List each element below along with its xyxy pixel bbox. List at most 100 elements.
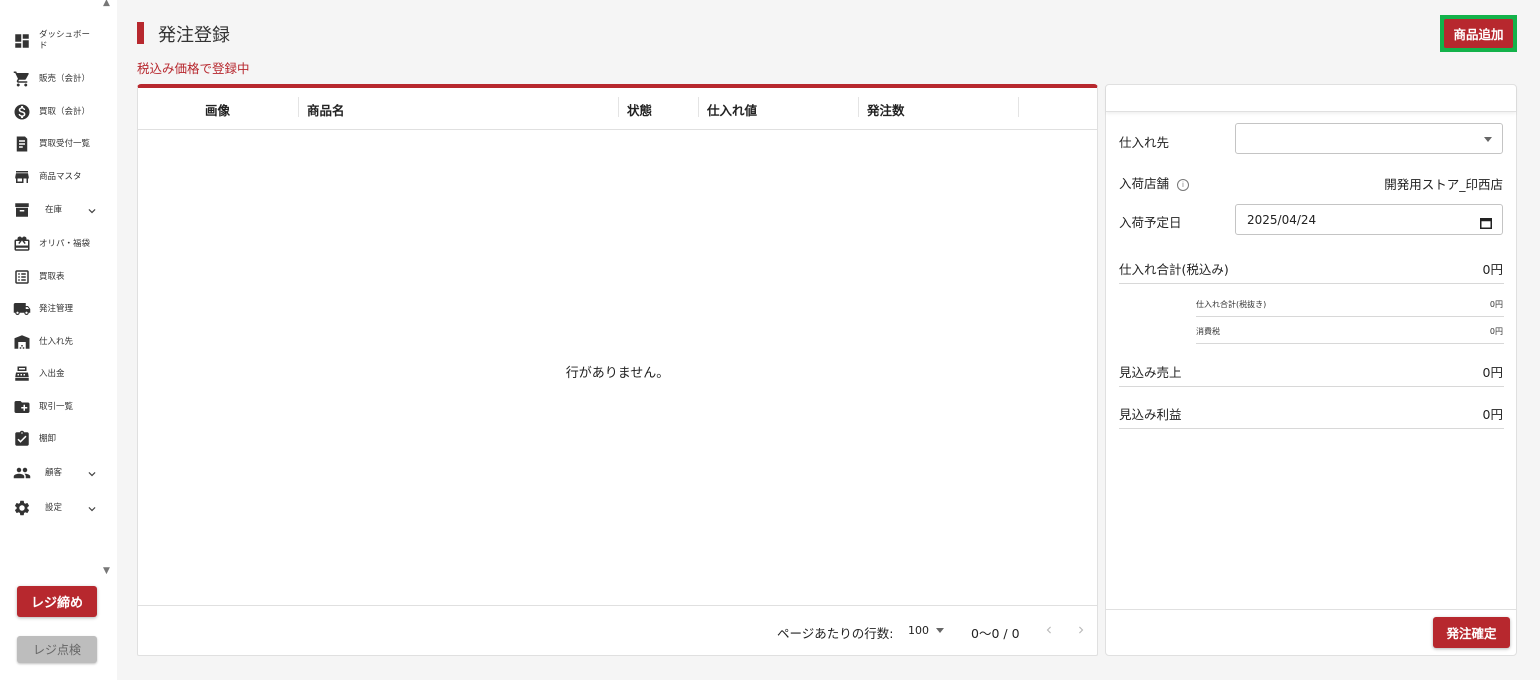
sidebar-item-lucky-bag[interactable]: オリパ・福袋 xyxy=(12,232,107,256)
sidebar-item-label: ダッシュボード xyxy=(39,30,91,51)
rows-per-page-select[interactable]: 100 xyxy=(908,624,944,637)
expected-sales-value: 0円 xyxy=(1482,365,1503,380)
sidebar-item-product-master[interactable]: 商品マスタ xyxy=(12,165,107,189)
cash-register-icon xyxy=(12,364,32,384)
info-icon[interactable]: i xyxy=(1177,179,1190,191)
sidebar-item-purchase[interactable]: 買取（会計） xyxy=(12,100,107,124)
sidebar-item-label: 買取表 xyxy=(39,271,65,282)
dropdown-caret-icon xyxy=(936,628,944,633)
column-header-cost[interactable]: 仕入れ値 xyxy=(707,100,757,119)
pagination-range: 0〜0 / 0 xyxy=(971,626,1020,641)
rows-per-page-value: 100 xyxy=(908,624,929,637)
chevron-down-icon[interactable] xyxy=(85,466,99,480)
sidebar-item-sales[interactable]: 販売（会計） xyxy=(12,67,107,91)
truck-icon xyxy=(12,299,32,319)
panel-header xyxy=(1106,85,1516,112)
sidebar-item-stocktaking[interactable]: 棚卸 xyxy=(12,427,107,451)
store-label: 入荷店舗 xyxy=(1119,176,1170,191)
column-separator xyxy=(698,97,699,117)
sidebar-item-label: 取引一覧 xyxy=(39,401,74,412)
order-summary-panel: 仕入れ先 入荷店舗 i 開発用ストア_印西店 入荷予定日 2025/04/24 仕… xyxy=(1105,84,1517,656)
check-register-button[interactable]: レジ点検 xyxy=(17,636,97,663)
sidebar-item-dashboard[interactable]: ダッシュボード xyxy=(12,29,107,53)
column-separator xyxy=(1018,97,1019,117)
receipt-icon xyxy=(12,134,32,154)
expected-profit-value: 0円 xyxy=(1482,407,1503,422)
cart-icon xyxy=(12,69,32,89)
column-header-condition[interactable]: 状態 xyxy=(627,100,652,119)
store-label-group: 入荷店舗 i xyxy=(1119,173,1190,192)
arrival-date-value: 2025/04/24 xyxy=(1247,213,1317,227)
sidebar-item-label: 在庫 xyxy=(45,204,63,215)
divider xyxy=(1196,343,1504,344)
divider xyxy=(1119,283,1504,284)
archive-icon xyxy=(12,200,32,220)
consumption-tax-label: 消費税 xyxy=(1196,327,1220,336)
sidebar-item-purchase-reception[interactable]: 買取受付一覧 xyxy=(12,132,107,156)
store-icon xyxy=(12,167,32,187)
close-register-button[interactable]: レジ締め xyxy=(17,586,97,617)
table-header: 画像 商品名 状態 仕入れ値 発注数 xyxy=(138,88,1097,130)
total-incl-tax-label: 仕入れ合計(税込み) xyxy=(1119,262,1229,277)
total-excl-tax-label: 仕入れ合計(税抜き) xyxy=(1196,300,1267,309)
order-items-table: 画像 商品名 状態 仕入れ値 発注数 行がありません。 ページあたりの行数: 1… xyxy=(137,84,1098,656)
column-separator xyxy=(858,97,859,117)
add-product-highlight: 商品追加 xyxy=(1440,15,1517,52)
sidebar-item-settings[interactable]: 設定 xyxy=(12,496,107,520)
list-icon xyxy=(12,267,32,287)
dashboard-icon xyxy=(12,31,32,51)
sidebar-item-order-management[interactable]: 発注管理 xyxy=(12,297,107,321)
supplier-select[interactable] xyxy=(1235,123,1503,154)
sidebar-item-label: 棚卸 xyxy=(39,433,57,444)
arrival-date-label: 入荷予定日 xyxy=(1119,215,1182,230)
sidebar-item-label: 設定 xyxy=(45,502,63,513)
sidebar-item-customers[interactable]: 顧客 xyxy=(12,461,107,485)
calendar-icon[interactable] xyxy=(1480,214,1492,229)
table-pagination: ページあたりの行数: 100 0〜0 / 0 xyxy=(138,605,1097,655)
sidebar-item-label: 買取受付一覧 xyxy=(39,138,91,149)
chevron-down-icon[interactable] xyxy=(85,203,99,217)
sidebar-item-label: 顧客 xyxy=(45,467,63,478)
sidebar-item-inventory[interactable]: 在庫 xyxy=(12,198,107,222)
consumption-tax-value: 0円 xyxy=(1489,327,1503,336)
dropdown-caret-icon xyxy=(1484,137,1492,142)
warehouse-icon xyxy=(12,332,32,352)
expected-sales-label: 見込み売上 xyxy=(1119,365,1182,380)
arrival-date-input[interactable]: 2025/04/24 xyxy=(1235,204,1503,235)
sidebar-item-label: 入出金 xyxy=(39,368,65,379)
divider xyxy=(1119,428,1504,429)
chevron-down-icon[interactable] xyxy=(85,501,99,515)
empty-table-message: 行がありません。 xyxy=(565,366,670,381)
store-value: 開発用ストア_印西店 xyxy=(1384,177,1503,192)
prev-page-button[interactable] xyxy=(1042,622,1056,636)
sidebar-item-cash-in-out[interactable]: 入出金 xyxy=(12,362,107,386)
title-accent-bar xyxy=(137,22,144,44)
sidebar-item-transactions[interactable]: 取引一覧 xyxy=(12,395,107,419)
gear-icon xyxy=(12,498,32,518)
sidebar-item-suppliers[interactable]: 仕入れ先 xyxy=(12,330,107,354)
scroll-down-arrow-icon[interactable]: ▼ xyxy=(103,566,110,576)
divider xyxy=(1196,316,1504,317)
scroll-up-arrow-icon[interactable]: ▲ xyxy=(103,0,110,8)
add-product-button[interactable]: 商品追加 xyxy=(1444,19,1513,48)
next-page-button[interactable] xyxy=(1074,622,1088,636)
column-header-product-name[interactable]: 商品名 xyxy=(307,100,345,119)
sidebar-item-purchase-table[interactable]: 買取表 xyxy=(12,265,107,289)
confirm-order-button[interactable]: 発注確定 xyxy=(1433,617,1510,648)
sidebar-item-label: オリパ・福袋 xyxy=(39,238,91,249)
chevron-right-icon xyxy=(1079,626,1084,634)
sidebar-item-label: 仕入れ先 xyxy=(39,336,74,347)
supplier-label: 仕入れ先 xyxy=(1119,135,1170,150)
column-separator xyxy=(618,97,619,117)
sidebar-item-label: 発注管理 xyxy=(39,303,74,314)
divider xyxy=(1119,386,1504,387)
chevron-left-icon xyxy=(1046,626,1051,634)
column-header-image[interactable]: 画像 xyxy=(205,100,230,119)
clipboard-check-icon xyxy=(12,429,32,449)
sidebar-item-label: 買取（会計） xyxy=(39,106,91,117)
column-header-order-qty[interactable]: 発注数 xyxy=(867,100,905,119)
gift-icon xyxy=(12,234,32,254)
sidebar: ▲ ダッシュボード 販売（会計） 買取（会計） 買取受付一覧 商品マスタ 在庫 … xyxy=(0,0,117,680)
dollar-icon xyxy=(12,102,32,122)
total-excl-tax-value: 0円 xyxy=(1489,300,1503,309)
